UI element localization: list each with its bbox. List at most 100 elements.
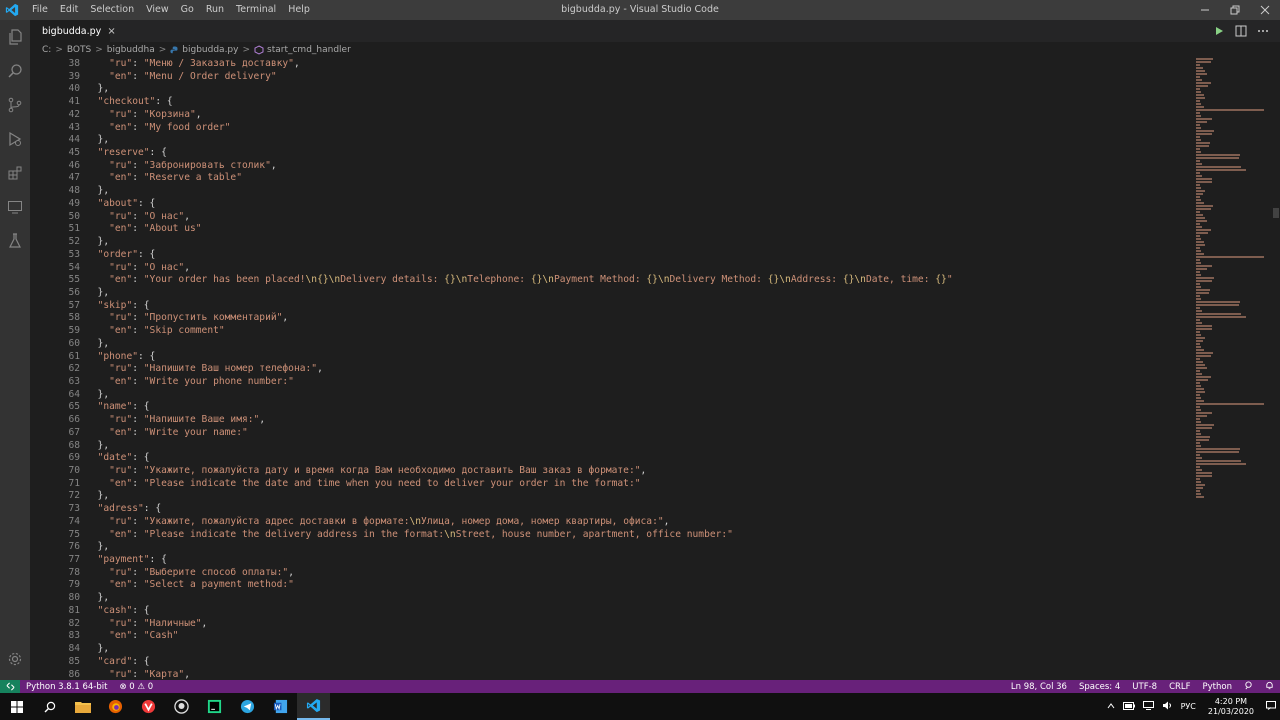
code-line[interactable]: "ru": "Укажите, пожалуйста адрес доставк… — [86, 516, 1196, 529]
code-line[interactable]: "en": "Menu / Order delivery" — [86, 71, 1196, 84]
code-line[interactable]: }, — [86, 643, 1196, 656]
code-line[interactable]: }, — [86, 389, 1196, 402]
remote-explorer-button[interactable] — [0, 190, 30, 224]
breadcrumb-bots[interactable]: BOTS — [67, 45, 91, 55]
code-line[interactable]: "en": "Write your name:" — [86, 427, 1196, 440]
code-line[interactable]: }, — [86, 440, 1196, 453]
start-button[interactable] — [0, 693, 33, 720]
menu-terminal[interactable]: Terminal — [230, 0, 282, 20]
code-line[interactable]: "en": "Reserve a table" — [86, 172, 1196, 185]
run-file-button[interactable] — [1208, 20, 1230, 42]
code-line[interactable]: "ru": "Меню / Заказать доставку", — [86, 58, 1196, 71]
remote-indicator[interactable] — [0, 680, 20, 693]
notifications-button[interactable] — [1259, 681, 1280, 693]
code-line[interactable]: "ru": "Наличные", — [86, 618, 1196, 631]
language-mode[interactable]: Python — [1197, 682, 1238, 692]
code-line[interactable]: }, — [86, 236, 1196, 249]
code-line[interactable]: "phone": { — [86, 351, 1196, 364]
code-line[interactable]: "en": "Your order has been placed!\n{}\n… — [86, 274, 1196, 287]
code-line[interactable]: "ru": "Пропустить комментарий", — [86, 312, 1196, 325]
breadcrumb-bigbuddha[interactable]: bigbuddha — [107, 45, 155, 55]
breadcrumb-drive[interactable]: C: — [42, 45, 51, 55]
taskbar-pycharm[interactable] — [198, 693, 231, 720]
code-line[interactable]: "order": { — [86, 249, 1196, 262]
vscode-logo-icon[interactable] — [2, 0, 22, 20]
code-line[interactable]: "ru": "Выберите способ оплаты:", — [86, 567, 1196, 580]
indentation[interactable]: Spaces: 4 — [1073, 682, 1126, 692]
code-line[interactable]: "adress": { — [86, 503, 1196, 516]
code-line[interactable]: "en": "My food order" — [86, 122, 1196, 135]
python-interpreter[interactable]: Python 3.8.1 64-bit — [20, 682, 113, 692]
taskbar-word[interactable] — [264, 693, 297, 720]
code-line[interactable]: "name": { — [86, 401, 1196, 414]
code-editor[interactable]: 38 39 40 41 42 43 44 45 46 47 48 49 50 51 52 53 54 55 56 57… — [30, 58, 1196, 680]
minimap[interactable] — [1196, 58, 1272, 680]
code-line[interactable]: "card": { — [86, 656, 1196, 669]
taskbar-vivaldi[interactable] — [132, 693, 165, 720]
code-line[interactable]: "payment": { — [86, 554, 1196, 567]
code-line[interactable]: }, — [86, 83, 1196, 96]
extensions-button[interactable] — [0, 156, 30, 190]
tab-close-icon[interactable]: × — [107, 26, 115, 37]
run-debug-button[interactable] — [0, 122, 30, 156]
minimize-button[interactable] — [1190, 0, 1220, 20]
more-actions-button[interactable] — [1252, 20, 1274, 42]
menu-go[interactable]: Go — [175, 0, 200, 20]
taskbar-file-explorer[interactable] — [66, 693, 99, 720]
code-line[interactable]: "cash": { — [86, 605, 1196, 618]
scrollbar-thumb[interactable] — [1273, 208, 1279, 218]
menu-help[interactable]: Help — [282, 0, 316, 20]
code-line[interactable]: "ru": "О нас", — [86, 262, 1196, 275]
code-line[interactable]: }, — [86, 287, 1196, 300]
feedback-button[interactable] — [1238, 680, 1259, 693]
code-line[interactable]: }, — [86, 134, 1196, 147]
code-line[interactable]: "ru": "О нас", — [86, 211, 1196, 224]
code-line[interactable]: "skip": { — [86, 300, 1196, 313]
menu-view[interactable]: View — [140, 0, 175, 20]
code-line[interactable]: "en": "Skip comment" — [86, 325, 1196, 338]
taskbar-telegram[interactable] — [231, 693, 264, 720]
action-center-icon[interactable] — [1262, 701, 1280, 712]
code-line[interactable]: "en": "About us" — [86, 223, 1196, 236]
volume-icon[interactable] — [1158, 701, 1177, 712]
breadcrumb-symbol[interactable]: start_cmd_handler — [254, 45, 351, 55]
problems-indicator[interactable]: ⊗ 0 ⚠ 0 — [113, 682, 159, 692]
code-line[interactable]: "ru": "Напишите Ваше имя:", — [86, 414, 1196, 427]
source-control-button[interactable] — [0, 88, 30, 122]
network-icon[interactable] — [1139, 701, 1158, 712]
explorer-button[interactable] — [0, 20, 30, 54]
code-line[interactable]: }, — [86, 185, 1196, 198]
code-line[interactable]: }, — [86, 338, 1196, 351]
taskbar-firefox[interactable] — [99, 693, 132, 720]
battery-icon[interactable] — [1119, 701, 1139, 712]
cursor-position[interactable]: Ln 98, Col 36 — [1005, 682, 1073, 692]
breadcrumb-file[interactable]: bigbudda.py — [170, 45, 238, 55]
end-of-line[interactable]: CRLF — [1163, 682, 1196, 692]
split-editor-button[interactable] — [1230, 20, 1252, 42]
clock[interactable]: 4:20 PM 21/03/2020 — [1200, 697, 1262, 717]
code-line[interactable]: "en": "Write your phone number:" — [86, 376, 1196, 389]
close-window-button[interactable] — [1250, 0, 1280, 20]
code-line[interactable]: "ru": "Корзина", — [86, 109, 1196, 122]
tab-bigbudda-py[interactable]: bigbudda.py × — [30, 20, 116, 42]
restore-button[interactable] — [1220, 0, 1250, 20]
code-line[interactable]: "ru": "Напишите Ваш номер телефона:", — [86, 363, 1196, 376]
vertical-scrollbar[interactable] — [1272, 58, 1280, 680]
input-language[interactable]: РУС — [1177, 702, 1200, 711]
manage-button[interactable] — [0, 642, 30, 676]
taskbar-vscode[interactable] — [297, 693, 330, 720]
code-area[interactable]: "ru": "Меню / Заказать доставку", "en": … — [86, 58, 1196, 680]
code-line[interactable]: "date": { — [86, 452, 1196, 465]
encoding[interactable]: UTF-8 — [1126, 682, 1163, 692]
search-button[interactable] — [0, 54, 30, 88]
menu-file[interactable]: File — [26, 0, 54, 20]
code-line[interactable]: "ru": "Карта", — [86, 669, 1196, 681]
code-line[interactable]: "en": "Please indicate the delivery addr… — [86, 529, 1196, 542]
code-line[interactable]: }, — [86, 490, 1196, 503]
menu-run[interactable]: Run — [200, 0, 230, 20]
code-line[interactable]: }, — [86, 592, 1196, 605]
code-line[interactable]: "en": "Cash" — [86, 630, 1196, 643]
code-line[interactable]: "ru": "Укажите, пожалуйста дату и время … — [86, 465, 1196, 478]
code-line[interactable]: "reserve": { — [86, 147, 1196, 160]
testing-button[interactable] — [0, 224, 30, 258]
